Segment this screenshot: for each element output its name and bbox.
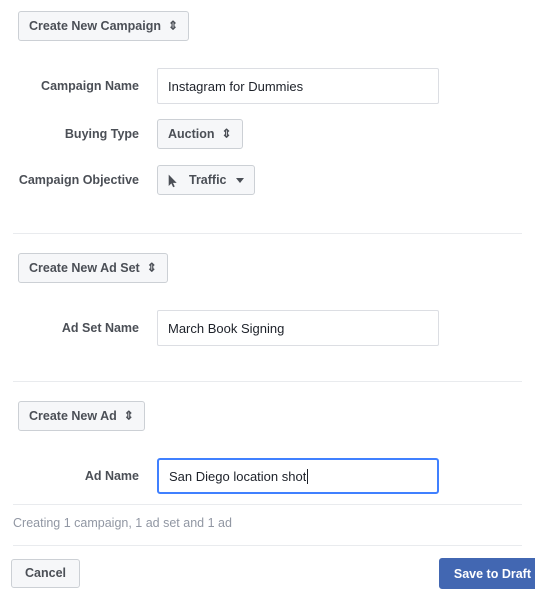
save-to-draft-button[interactable]: Save to Draft xyxy=(438,558,535,589)
mouse-cursor-icon xyxy=(168,174,179,188)
ad-set-name-label: Ad Set Name xyxy=(61,321,139,335)
ad-set-name-value: March Book Signing xyxy=(168,320,285,336)
text-cursor xyxy=(307,468,309,484)
up-down-arrow-icon: ⇕ xyxy=(123,408,134,423)
ad-set-name-input[interactable]: March Book Signing xyxy=(157,310,439,346)
ad-section-header: Create New Ad ⇕ xyxy=(0,401,145,431)
campaign-objective-control: Traffic xyxy=(157,165,535,195)
ad-name-control: San Diego location shot xyxy=(157,458,535,494)
up-down-arrow-icon: ⇕ xyxy=(167,18,179,33)
campaign-name-row: Campaign Name Instagram for Dummies xyxy=(0,68,535,104)
create-new-ad-button[interactable]: Create New Ad ⇕ xyxy=(18,401,145,431)
cancel-button[interactable]: Cancel xyxy=(11,559,80,588)
ad-name-value: San Diego location shot xyxy=(169,468,307,484)
create-new-ad-set-button[interactable]: Create New Ad Set ⇕ xyxy=(18,253,168,283)
campaign-objective-value: Traffic xyxy=(189,172,227,187)
ad-set-section-header: Create New Ad Set ⇕ xyxy=(0,253,168,283)
campaign-creation-form: Create New Campaign ⇕ Campaign Name Inst… xyxy=(0,0,535,598)
campaign-objective-dropdown[interactable]: Traffic xyxy=(157,165,255,195)
footer-action-bar: Cancel Save to Draft xyxy=(0,558,535,589)
up-down-arrow-icon: ⇕ xyxy=(146,260,157,275)
ad-set-name-row: Ad Set Name March Book Signing xyxy=(0,310,535,346)
chevron-down-icon xyxy=(235,177,244,183)
section-divider-campaign xyxy=(13,233,522,234)
create-new-campaign-button[interactable]: Create New Campaign ⇕ xyxy=(18,11,190,41)
create-new-ad-label: Create New Ad xyxy=(29,408,117,423)
ad-name-label: Ad Name xyxy=(84,469,139,483)
ad-name-input[interactable]: San Diego location shot xyxy=(157,458,439,494)
buying-type-value: Auction xyxy=(168,126,215,141)
footer-top-divider xyxy=(13,504,522,505)
campaign-name-label: Campaign Name xyxy=(41,79,139,93)
create-new-campaign-label: Create New Campaign xyxy=(29,18,161,33)
buying-type-row: Buying Type Auction ⇕ xyxy=(0,119,535,149)
section-divider-ad-set xyxy=(13,381,522,382)
ad-set-name-control: March Book Signing xyxy=(157,310,535,346)
buying-type-dropdown[interactable]: Auction ⇕ xyxy=(157,119,243,149)
buying-type-label: Buying Type xyxy=(64,127,139,141)
campaign-objective-label: Campaign Objective xyxy=(18,173,139,187)
up-down-arrow-icon: ⇕ xyxy=(221,126,232,141)
ad-name-row: Ad Name San Diego location shot xyxy=(0,458,535,494)
buying-type-control: Auction ⇕ xyxy=(157,119,535,149)
campaign-name-value: Instagram for Dummies xyxy=(168,78,304,94)
campaign-section-header: Create New Campaign ⇕ xyxy=(0,11,190,41)
creation-summary-status: Creating 1 campaign, 1 ad set and 1 ad xyxy=(13,516,232,530)
campaign-name-input[interactable]: Instagram for Dummies xyxy=(157,68,439,104)
campaign-name-control: Instagram for Dummies xyxy=(157,68,535,104)
campaign-objective-row: Campaign Objective Traffic xyxy=(0,165,535,195)
footer-bottom-divider xyxy=(13,545,522,546)
create-new-ad-set-label: Create New Ad Set xyxy=(29,260,140,275)
